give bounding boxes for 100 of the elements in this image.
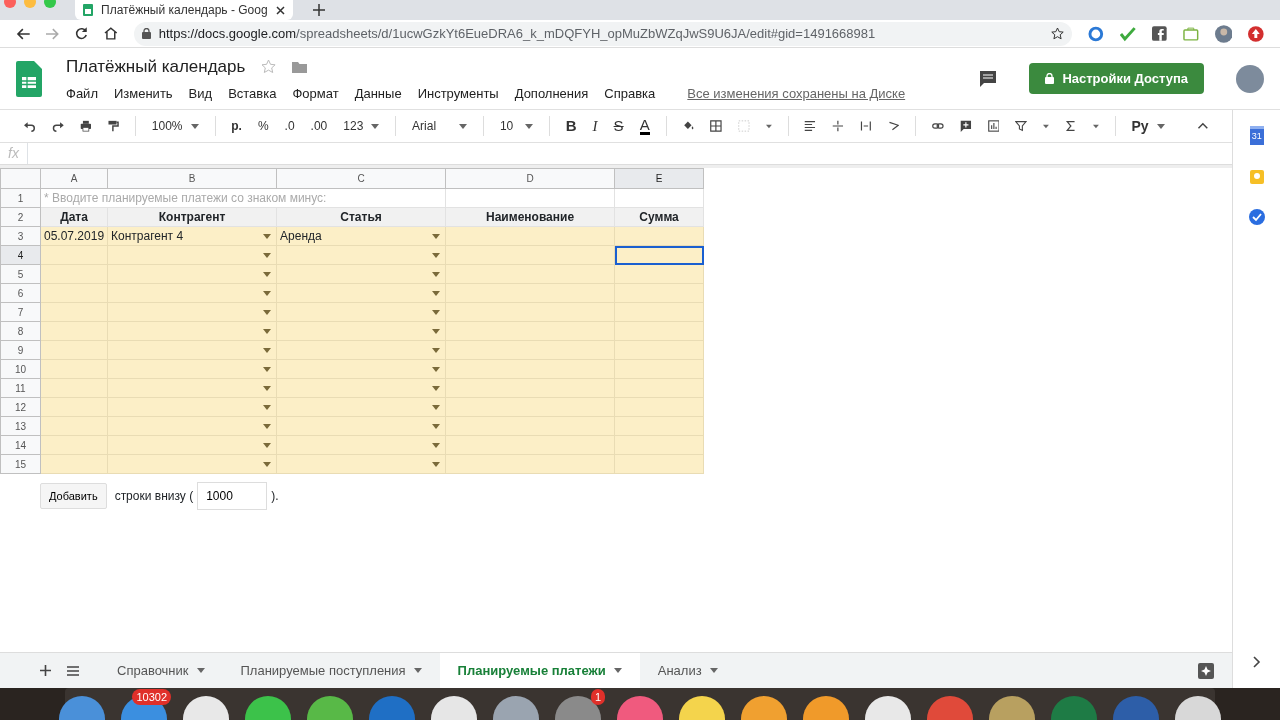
- sheet-tab[interactable]: Справочник: [99, 652, 223, 689]
- table-cell[interactable]: [614, 188, 704, 208]
- menu-item[interactable]: Формат: [292, 83, 339, 103]
- dropdown-arrow-icon[interactable]: [432, 405, 441, 410]
- column-header[interactable]: D: [445, 168, 615, 189]
- row-count-field[interactable]: 1000: [197, 482, 268, 510]
- sheets-logo-icon[interactable]: [16, 60, 42, 97]
- chart-icon[interactable]: [987, 118, 1000, 134]
- dropdown-arrow-icon[interactable]: [432, 272, 441, 277]
- strikethrough-button[interactable]: S: [613, 114, 624, 138]
- chevron-right-icon[interactable]: [1252, 656, 1261, 668]
- facebook-icon[interactable]: [1151, 25, 1168, 42]
- paint-format-icon[interactable]: [107, 118, 120, 134]
- more-formats-dropdown[interactable]: 123: [343, 117, 380, 135]
- dropdown-arrow-icon[interactable]: [432, 329, 441, 334]
- caret-icon[interactable]: [459, 123, 468, 129]
- home-icon[interactable]: [104, 27, 118, 40]
- font-size-dropdown[interactable]: 10: [499, 117, 534, 135]
- caret-icon[interactable]: [190, 123, 199, 129]
- column-header[interactable]: B: [107, 168, 277, 189]
- caret-icon[interactable]: [1156, 123, 1165, 129]
- forward-icon[interactable]: [45, 27, 60, 40]
- zoom-dropdown[interactable]: 100%: [151, 117, 199, 135]
- dropdown-arrow-icon[interactable]: [432, 367, 441, 372]
- sheet-tab[interactable]: Планируемые поступления: [222, 652, 440, 689]
- dropdown-arrow-icon[interactable]: [263, 405, 272, 410]
- address-bar[interactable]: https://docs.google.com/spreadsheets/d/1ucwGzkYt6EueDRA6_k_mDQFYH_opMuZbWZqJwS9U6JA/edit#gid=1491668981: [133, 21, 1073, 46]
- merge-cells-icon[interactable]: [737, 118, 750, 134]
- dropdown-arrow-icon[interactable]: [263, 253, 272, 258]
- dropdown-arrow-icon[interactable]: [432, 310, 441, 315]
- filter-icon[interactable]: [1015, 118, 1028, 134]
- input-tools-button[interactable]: Pу: [1131, 115, 1165, 137]
- dropdown-arrow-icon[interactable]: [263, 424, 272, 429]
- dropdown-arrow-icon[interactable]: [263, 367, 272, 372]
- avatar-icon[interactable]: [1214, 24, 1233, 43]
- sheet-list-icon[interactable]: [67, 665, 79, 676]
- tasks-icon[interactable]: [1248, 208, 1265, 225]
- vertical-align-icon[interactable]: [832, 118, 844, 134]
- star-icon[interactable]: [261, 59, 277, 75]
- dropdown-arrow-icon[interactable]: [263, 462, 272, 467]
- document-title[interactable]: Платёжный календарь: [66, 54, 246, 80]
- dropdown-arrow-icon[interactable]: [432, 253, 441, 258]
- explore-icon[interactable]: [1198, 662, 1215, 679]
- menu-item[interactable]: Справка: [604, 83, 656, 103]
- extension-icon[interactable]: [1088, 25, 1104, 42]
- browser-tab[interactable]: Платёжный календарь - Goog: [75, 0, 293, 20]
- briefcase-icon[interactable]: [1183, 25, 1199, 42]
- star-icon[interactable]: [1051, 27, 1065, 40]
- sheet-tab[interactable]: Планируемые платежи: [439, 652, 640, 689]
- column-header[interactable]: E: [614, 168, 704, 189]
- bold-button[interactable]: B: [565, 114, 577, 138]
- dropdown-arrow-icon[interactable]: [263, 443, 272, 448]
- dropdown-arrow-icon[interactable]: [432, 424, 441, 429]
- percent-button[interactable]: %: [257, 117, 269, 135]
- dropdown-arrow-icon[interactable]: [432, 291, 441, 296]
- dropdown-arrow-icon[interactable]: [263, 291, 272, 296]
- dropdown-arrow-icon[interactable]: [263, 310, 272, 315]
- folder-icon[interactable]: [292, 60, 308, 73]
- add-comment-icon[interactable]: [959, 118, 972, 134]
- update-icon[interactable]: [1248, 25, 1265, 42]
- dropdown-arrow-icon[interactable]: [432, 348, 441, 353]
- dropdown-arrow-icon[interactable]: [263, 329, 272, 334]
- menu-item[interactable]: Изменить: [113, 83, 173, 103]
- italic-button[interactable]: I: [592, 114, 598, 138]
- menu-item[interactable]: Вид: [188, 83, 213, 103]
- check-icon[interactable]: [1119, 25, 1136, 42]
- dropdown-arrow-icon[interactable]: [432, 462, 441, 467]
- increase-decimals-button[interactable]: .00: [310, 117, 328, 135]
- menu-item[interactable]: Данные: [354, 83, 402, 103]
- column-header[interactable]: A: [40, 168, 108, 189]
- caret-icon[interactable]: [525, 123, 534, 129]
- dropdown-arrow-icon[interactable]: [263, 272, 272, 277]
- caret-icon[interactable]: [1092, 123, 1099, 129]
- column-header[interactable]: C: [276, 168, 446, 189]
- comment-icon[interactable]: [979, 69, 998, 88]
- caret-icon[interactable]: [371, 123, 380, 129]
- plus-icon[interactable]: [312, 4, 325, 16]
- sheet-tab[interactable]: Анализ: [639, 652, 736, 689]
- dropdown-arrow-icon[interactable]: [263, 386, 272, 391]
- print-icon[interactable]: [79, 118, 92, 134]
- account-avatar[interactable]: [1236, 64, 1264, 93]
- close-icon[interactable]: [275, 5, 285, 15]
- dropdown-arrow-icon[interactable]: [432, 386, 441, 391]
- add-rows-button[interactable]: Добавить: [40, 482, 107, 510]
- dropdown-arrow-icon[interactable]: [432, 234, 441, 239]
- back-icon[interactable]: [16, 27, 30, 40]
- align-icon[interactable]: [804, 118, 817, 134]
- caret-icon[interactable]: [413, 668, 422, 673]
- dropdown-arrow-icon[interactable]: [263, 348, 272, 353]
- currency-button[interactable]: р.: [231, 117, 242, 135]
- sum-icon[interactable]: [1065, 118, 1077, 134]
- menu-item[interactable]: Вставка: [228, 83, 277, 103]
- text-color-button[interactable]: A: [639, 117, 650, 135]
- borders-icon[interactable]: [710, 118, 722, 134]
- dropdown-arrow-icon[interactable]: [263, 234, 272, 239]
- caret-icon[interactable]: [196, 668, 205, 673]
- caret-icon[interactable]: [613, 668, 622, 673]
- share-button[interactable]: Настройки Доступа: [1029, 63, 1204, 94]
- reload-icon[interactable]: [75, 27, 89, 40]
- caret-icon[interactable]: [709, 668, 718, 673]
